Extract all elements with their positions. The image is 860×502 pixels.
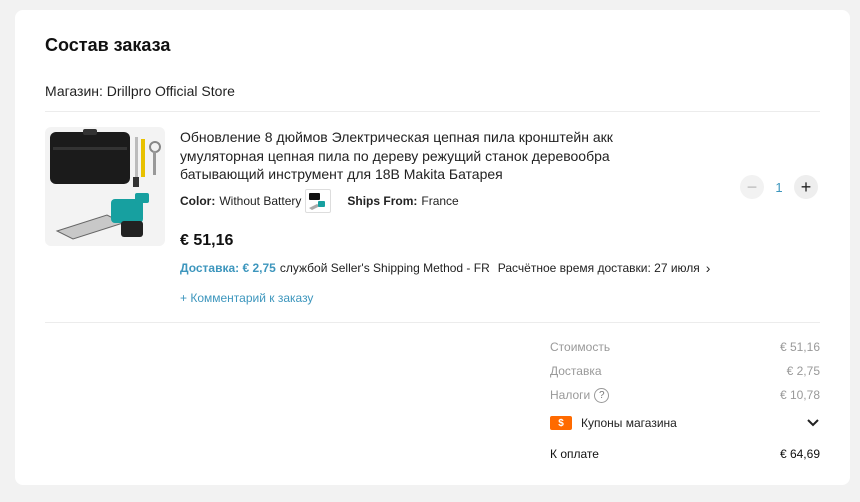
delivery-eta[interactable]: Расчётное время доставки: 27 июля <box>498 261 700 275</box>
cost-label: Стоимость <box>550 340 611 354</box>
coupon-icon: $ <box>550 416 572 430</box>
coupons-label: Купоны магазина <box>581 416 677 430</box>
delivery-info: Доставка: € 2,75 службой Seller's Shippi… <box>180 261 710 275</box>
order-comment-link[interactable]: + Комментарий к заказу <box>180 291 313 305</box>
ships-from-value: France <box>421 194 459 208</box>
minus-icon[interactable]: − <box>740 175 764 199</box>
taxes-label: Налоги <box>550 388 591 402</box>
plus-icon[interactable]: + <box>794 175 818 199</box>
store-name[interactable]: Магазин: Drillpro Official Store <box>45 83 235 99</box>
ships-from-label: Ships From: <box>347 194 418 208</box>
color-swatch <box>305 189 332 213</box>
total-label: К оплате <box>550 447 599 461</box>
order-summary: Стоимость € 51,16 Доставка € 2,75 Налоги… <box>550 335 820 469</box>
total-value: € 64,69 <box>779 447 820 461</box>
question-circle-icon[interactable]: ? <box>594 387 610 403</box>
divider <box>45 322 820 323</box>
coupon-label-group: $ Купоны магазина <box>550 416 677 430</box>
product-attributes: Color: Without Battery Ships From: Franc… <box>180 189 459 213</box>
product-price: € 51,16 <box>180 232 234 249</box>
taxes-value: € 10,78 <box>779 388 820 402</box>
divider <box>45 111 820 112</box>
summary-row-delivery: Доставка € 2,75 <box>550 359 820 383</box>
cost-value: € 51,16 <box>779 340 820 354</box>
delivery-link[interactable]: Доставка: € 2,75 <box>180 261 276 275</box>
summary-row-taxes: Налоги ? € 10,78 <box>550 383 820 407</box>
order-card: Состав заказа Магазин: Drillpro Official… <box>15 10 850 485</box>
color-value: Without Battery <box>219 194 302 208</box>
chevron-down-icon[interactable] <box>806 415 820 431</box>
store-coupons-toggle[interactable]: $ Купоны магазина <box>550 407 820 439</box>
taxes-label-group: Налоги ? <box>550 387 610 403</box>
product-image[interactable] <box>45 127 165 246</box>
delivery-value: € 2,75 <box>786 364 820 378</box>
color-label: Color: <box>180 194 216 208</box>
summary-row-cost: Стоимость € 51,16 <box>550 335 820 359</box>
chevron-right-icon[interactable]: › <box>706 261 711 275</box>
product-title[interactable]: Обновление 8 дюймов Электрическая цепная… <box>180 128 655 184</box>
delivery-label: Доставка <box>550 364 602 378</box>
summary-row-total: К оплате € 64,69 <box>550 439 820 469</box>
quantity-stepper: − 1 + <box>740 175 818 199</box>
page-title: Состав заказа <box>45 35 171 55</box>
delivery-method: службой Seller's Shipping Method - FR <box>279 261 490 275</box>
quantity-value: 1 <box>775 179 783 195</box>
